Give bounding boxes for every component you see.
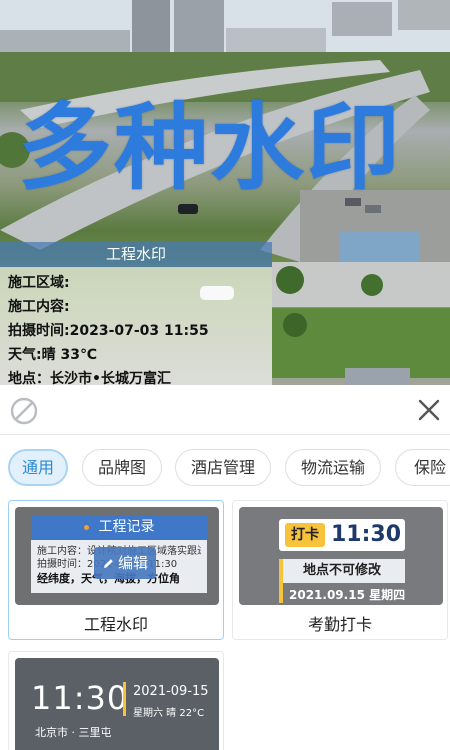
template-thumbnail: 工程记录 施工内容：设计院对施工区域落实跟进 拍摄时间：2021-09-15 1… xyxy=(15,507,219,605)
thumb-time-box: 打卡 11:30 xyxy=(279,519,405,551)
thumb-location: 地点不可修改 xyxy=(279,559,405,583)
watermark-line-area: 施工区域: xyxy=(8,275,70,291)
category-tabs: 通用 品牌图 酒店管理 物流运输 保险 xyxy=(0,445,450,489)
photo-preview: 多种水印 工程水印 施工区域: 施工内容: 拍摄时间:2023-07-03 11… xyxy=(0,0,450,385)
thumb-time: 11:30 xyxy=(31,679,129,717)
no-watermark-icon[interactable] xyxy=(10,397,38,425)
thumb-location: 北京市 · 三里屯 xyxy=(35,726,112,739)
thumb-header: 工程记录 xyxy=(31,515,207,540)
close-icon[interactable] xyxy=(416,397,442,423)
template-thumbnail: 打卡 11:30 地点不可修改 2021.09.15 星期四 xyxy=(239,507,443,605)
dot-icon xyxy=(83,524,89,530)
template-attendance[interactable]: 打卡 11:30 地点不可修改 2021.09.15 星期四 考勤打卡 xyxy=(232,500,448,640)
headline-watermark: 多种水印 xyxy=(18,94,403,203)
template-thumbnail: 11:30 2021-09-15 星期六 晴 22°C 北京市 · 三里屯 xyxy=(15,658,219,750)
panel-toolbar xyxy=(0,385,450,435)
template-name: 工程水印 xyxy=(83,615,148,634)
watermark-body: 施工区域: 施工内容: 拍摄时间:2023-07-03 11:55 天气:晴 3… xyxy=(0,267,272,385)
watermark-line-content: 施工内容: xyxy=(8,299,70,315)
template-time-location[interactable]: 11:30 2021-09-15 星期六 晴 22°C 北京市 · 三里屯 xyxy=(8,651,224,750)
tab-hotel[interactable]: 酒店管理 xyxy=(175,449,271,486)
thumb-date: 2021.09.15 星期四 xyxy=(289,588,406,602)
tab-insurance[interactable]: 保险 xyxy=(395,449,450,486)
edit-button[interactable]: 编辑 xyxy=(94,547,156,579)
tab-logistics[interactable]: 物流运输 xyxy=(285,449,381,486)
clock-in-badge: 打卡 xyxy=(285,523,325,547)
accent-bar xyxy=(279,559,283,603)
thumb-weather: 星期六 晴 22°C xyxy=(133,708,205,719)
tab-general[interactable]: 通用 xyxy=(8,449,68,486)
template-name: 考勤打卡 xyxy=(307,615,372,634)
edit-label: 编辑 xyxy=(117,554,148,572)
tab-brand[interactable]: 品牌图 xyxy=(82,449,162,486)
watermark-panel: 通用 品牌图 酒店管理 物流运输 保险 工程记录 施工内容：设计院对施工区域落实… xyxy=(0,385,450,750)
watermark-line-location: 地点：长沙市•长城万富汇 xyxy=(8,371,171,385)
watermark-line-time: 拍摄时间:2023-07-03 11:55 xyxy=(8,323,209,339)
engineering-watermark: 工程水印 施工区域: 施工内容: 拍摄时间:2023-07-03 11:55 天… xyxy=(0,242,272,385)
watermark-title: 工程水印 xyxy=(0,242,272,267)
thumb-time: 11:30 xyxy=(331,522,402,547)
thumb-date: 2021-09-15 xyxy=(133,684,209,699)
template-engineering[interactable]: 工程记录 施工内容：设计院对施工区域落实跟进 拍摄时间：2021-09-15 1… xyxy=(8,500,224,640)
thumb-header-text: 工程记录 xyxy=(98,519,155,535)
watermark-line-weather: 天气:晴 33℃ xyxy=(8,347,97,363)
pencil-icon xyxy=(103,559,113,568)
accent-bar xyxy=(123,682,126,716)
